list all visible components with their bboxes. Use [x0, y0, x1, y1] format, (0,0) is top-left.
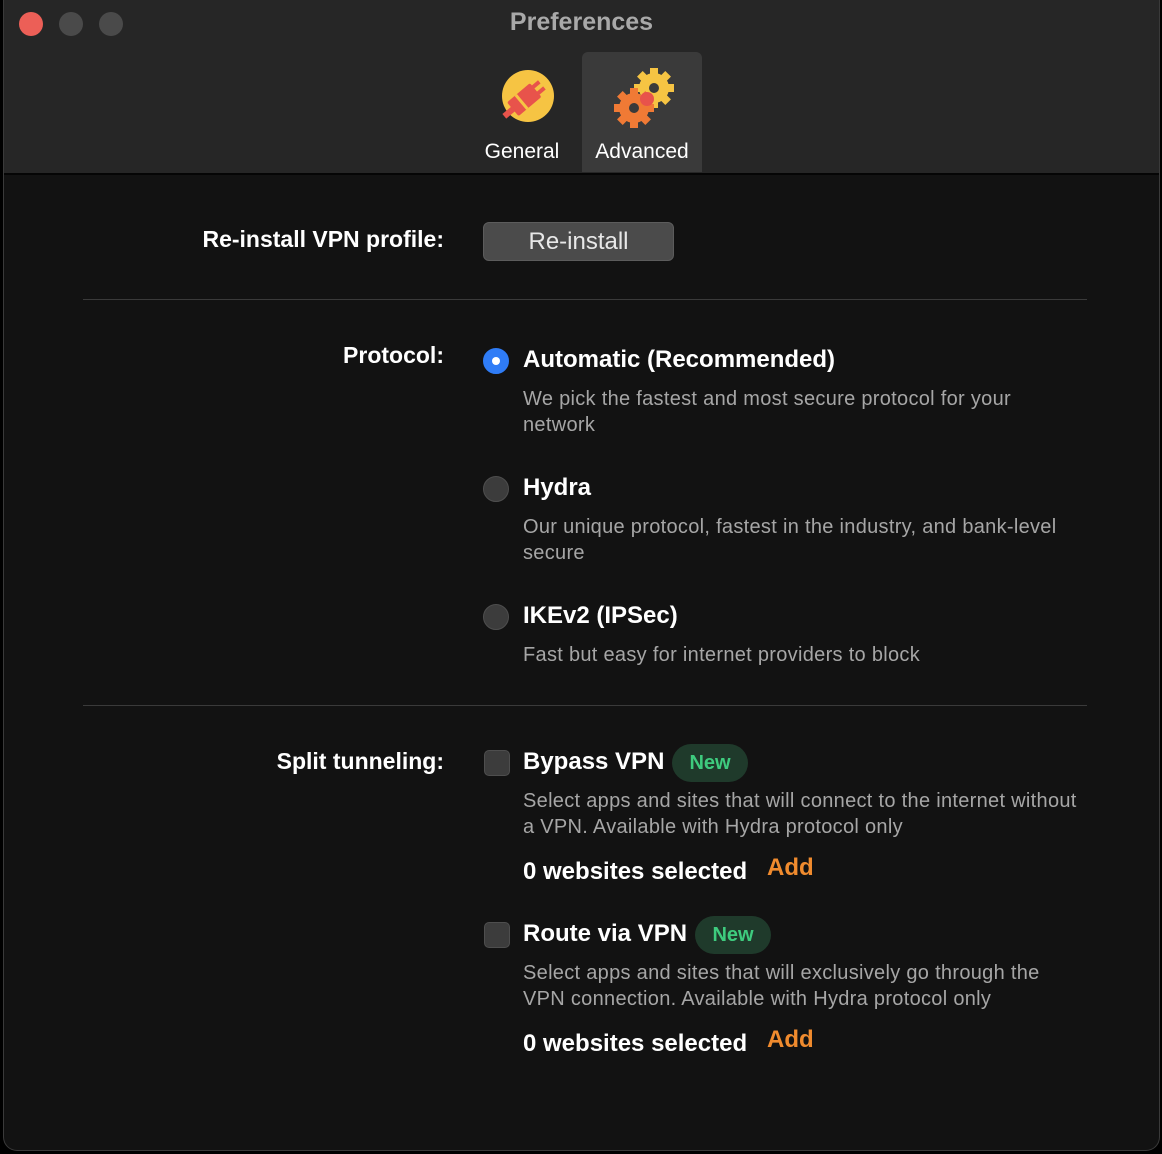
tab-advanced[interactable]: Advanced: [582, 52, 702, 172]
tab-general[interactable]: General: [462, 52, 582, 172]
option-ikev2-description: Fast but easy for internet providers to …: [523, 644, 921, 666]
option-hydra-title[interactable]: Hydra: [523, 474, 591, 502]
option-automatic-description: We pick the fastest and most secure prot…: [523, 388, 1011, 436]
reinstall-button[interactable]: Re-install: [483, 222, 674, 261]
reinstall-label: Re-install VPN profile:: [202, 226, 444, 252]
titlebar: Preferences General Advanced: [4, 0, 1159, 175]
new-badge: New: [672, 744, 748, 782]
tab-advanced-label: Advanced: [595, 140, 689, 163]
option-bypass-vpn-description: Select apps and sites that will connect …: [523, 790, 1077, 838]
new-badge: New: [695, 916, 771, 954]
protocol-label: Protocol:: [343, 342, 444, 368]
option-bypass-vpn-title[interactable]: Bypass VPN: [523, 748, 664, 776]
radio-automatic[interactable]: [483, 348, 509, 374]
bypass-websites-count: 0 websites selected: [523, 858, 748, 885]
checkbox-route-via-vpn[interactable]: [484, 922, 510, 948]
option-automatic-title[interactable]: Automatic (Recommended): [523, 346, 835, 374]
option-route-via-vpn-title[interactable]: Route via VPN: [523, 920, 687, 948]
divider: [83, 705, 1087, 706]
option-hydra-description: Our unique protocol, fastest in the indu…: [523, 516, 1057, 564]
bypass-add-link[interactable]: Add: [767, 854, 814, 882]
route-add-link[interactable]: Add: [767, 1026, 814, 1054]
plug-icon: [502, 70, 554, 122]
route-websites-count: 0 websites selected: [523, 1030, 748, 1057]
split-tunneling-label: Split tunneling:: [276, 748, 444, 774]
radio-hydra[interactable]: [483, 476, 509, 502]
option-route-via-vpn-description: Select apps and sites that will exclusiv…: [523, 962, 1040, 1010]
preferences-window: Preferences General Advanced Re-install …: [3, 0, 1160, 1151]
radio-ikev2[interactable]: [483, 604, 509, 630]
checkbox-bypass-vpn[interactable]: [484, 750, 510, 776]
window-title: Preferences: [509, 8, 654, 36]
gears-icon: [614, 68, 674, 128]
option-ikev2-title[interactable]: IKEv2 (IPSec): [523, 602, 678, 630]
tab-general-label: General: [484, 140, 560, 163]
divider: [83, 299, 1087, 300]
